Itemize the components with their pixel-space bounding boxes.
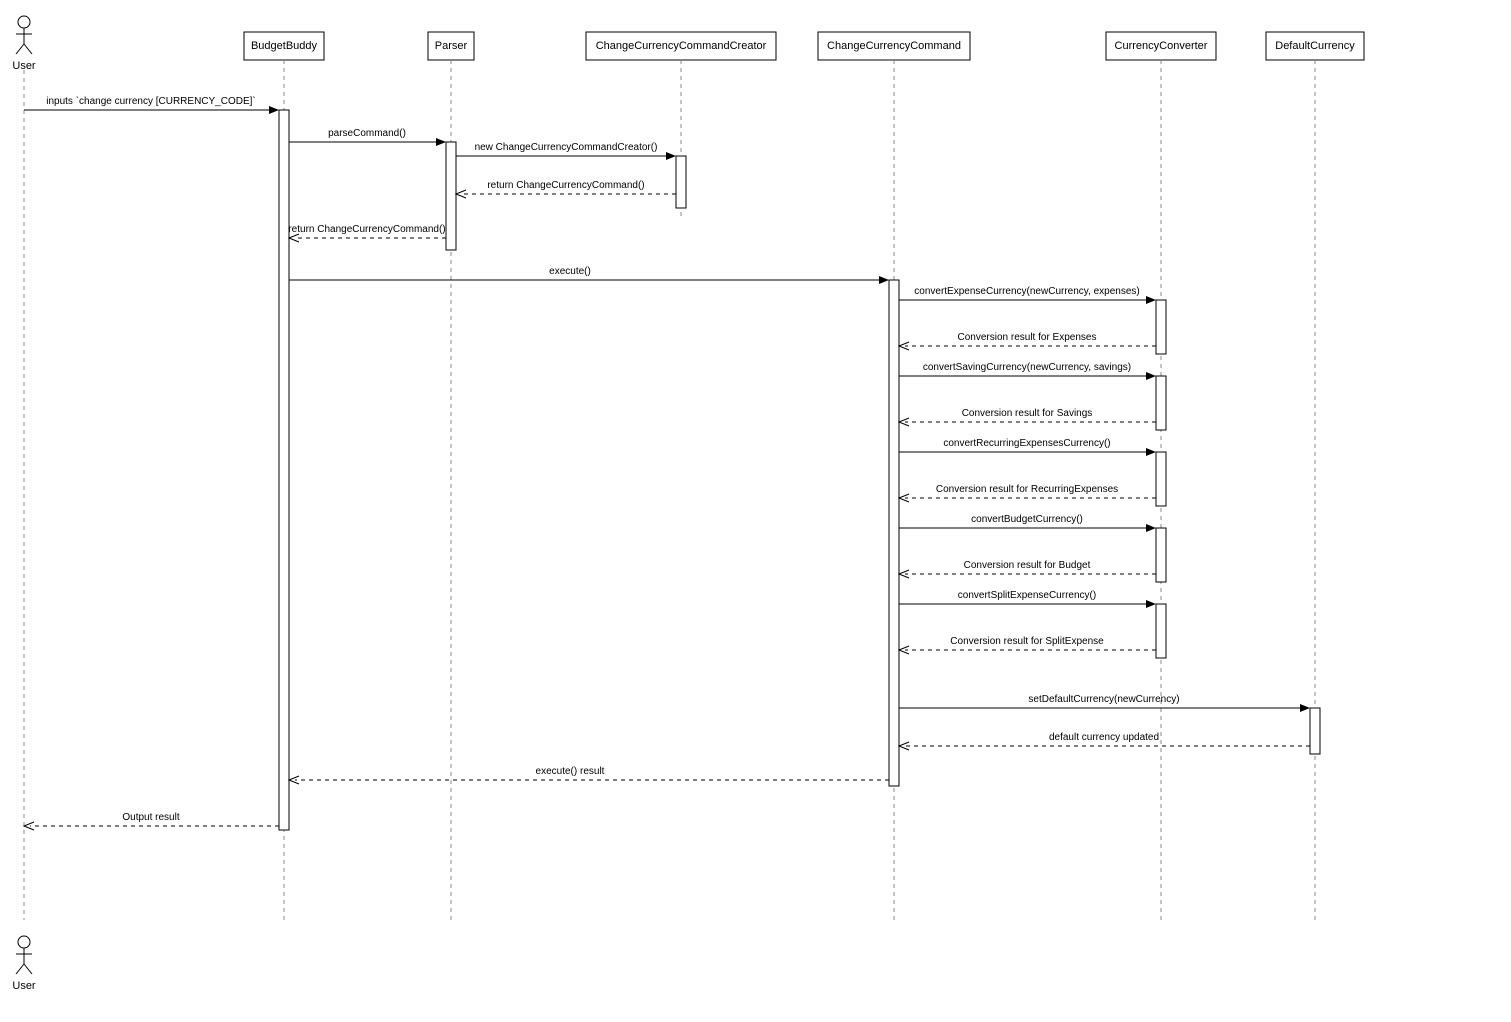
msg-text-m13: convertBudgetCurrency() <box>971 514 1083 525</box>
activation-defaultcurrency <box>1310 708 1320 754</box>
msg-text-m10: Conversion result for Savings <box>962 408 1093 419</box>
activation-budgetbuddy <box>279 110 289 830</box>
msg-arrow-m3 <box>666 152 676 160</box>
msg-text-m1: inputs `change currency [CURRENCY_CODE]` <box>46 95 256 107</box>
msg-text-m15: convertSplitExpenseCurrency() <box>958 590 1096 601</box>
msg-text-m20: Output result <box>122 812 179 823</box>
msg-arrow-m9 <box>1146 372 1156 380</box>
msg-text-m3: new ChangeCurrencyCommandCreator() <box>475 142 658 153</box>
sequence-diagram: User BudgetBuddy Parser ChangeCurrencyCo… <box>10 10 1511 1012</box>
msg-arrow-m15 <box>1146 600 1156 608</box>
participant-budgetbuddy: BudgetBuddy <box>244 32 324 60</box>
msg-text-m11: convertRecurringExpensesCurrency() <box>943 438 1110 449</box>
activation-creator <box>676 156 686 208</box>
msg-text-m7: convertExpenseCurrency(newCurrency, expe… <box>914 286 1139 297</box>
msg-arrow-m13 <box>1146 524 1156 532</box>
msg-arrow-m17 <box>1300 704 1310 712</box>
msg-text-m6: execute() <box>549 266 591 277</box>
actor-user-bottom: User <box>12 936 36 992</box>
activation-parser <box>446 142 456 250</box>
participant-creator-label: ChangeCurrencyCommandCreator <box>596 40 767 52</box>
activation-converter-5 <box>1156 604 1166 658</box>
participant-defaultcurrency: DefaultCurrency <box>1266 32 1364 60</box>
activation-converter-2 <box>1156 376 1166 430</box>
participant-command-label: ChangeCurrencyCommand <box>827 40 961 52</box>
msg-text-m2: parseCommand() <box>328 128 406 139</box>
participant-budgetbuddy-label: BudgetBuddy <box>251 40 318 52</box>
msg-text-m12: Conversion result for RecurringExpenses <box>936 484 1118 495</box>
participant-command: ChangeCurrencyCommand <box>818 32 970 60</box>
msg-arrow-m5 <box>289 234 299 242</box>
msg-text-m19: execute() result <box>536 766 605 777</box>
msg-text-m14: Conversion result for Budget <box>964 560 1091 571</box>
msg-text-m5: return ChangeCurrencyCommand() <box>288 224 445 235</box>
msg-arrow-m1 <box>269 106 279 114</box>
participant-defaultcurrency-label: DefaultCurrency <box>1275 40 1355 52</box>
msg-arrow-m7 <box>1146 296 1156 304</box>
activation-converter-3 <box>1156 452 1166 506</box>
participant-parser: Parser <box>428 32 474 60</box>
msg-arrow-m19 <box>289 776 299 784</box>
participant-converter-label: CurrencyConverter <box>1115 40 1208 52</box>
msg-text-m4: return ChangeCurrencyCommand() <box>487 180 644 191</box>
participant-converter: CurrencyConverter <box>1106 32 1216 60</box>
msg-text-m9: convertSavingCurrency(newCurrency, savin… <box>923 362 1131 373</box>
activation-converter-4 <box>1156 528 1166 582</box>
participant-parser-label: Parser <box>435 40 468 52</box>
actor-user-bottom-label: User <box>12 980 36 992</box>
activation-converter-1 <box>1156 300 1166 354</box>
msg-text-m18: default currency updated <box>1049 732 1159 743</box>
msg-text-m8: Conversion result for Expenses <box>958 332 1097 343</box>
msg-arrow-m20 <box>24 822 34 830</box>
actor-user-top: User <box>12 16 36 72</box>
msg-text-m16: Conversion result for SplitExpense <box>950 636 1104 647</box>
msg-text-m17: setDefaultCurrency(newCurrency) <box>1028 694 1179 705</box>
msg-arrow-m11 <box>1146 448 1156 456</box>
msg-arrow-m6 <box>879 276 889 284</box>
activation-command <box>889 280 899 786</box>
participant-creator: ChangeCurrencyCommandCreator <box>586 32 776 60</box>
msg-arrow-m2 <box>436 138 446 146</box>
